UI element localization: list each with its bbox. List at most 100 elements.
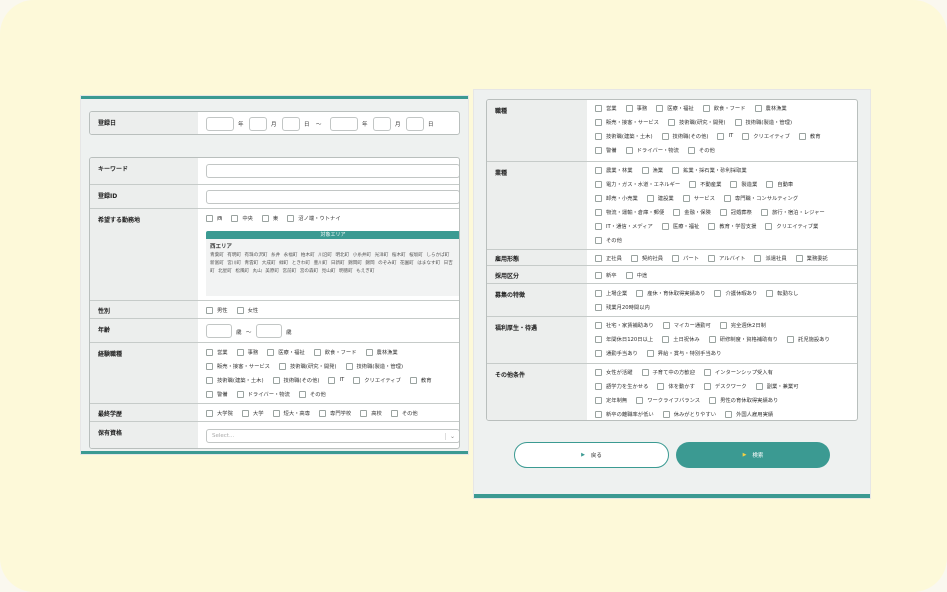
industry-checkbox[interactable]: 漁業 [641,166,663,174]
industry-checkbox[interactable]: その他 [595,236,622,244]
checkbox-box[interactable] [656,104,664,112]
education-checkbox-junior-college[interactable]: 短大・高専 [272,409,310,417]
checkbox-box[interactable] [641,166,649,174]
other-condition-checkbox[interactable]: 外国人雇用実績 [725,410,773,418]
checkbox-box[interactable] [206,390,213,398]
checkbox-box[interactable] [766,289,774,297]
checkbox-box[interactable] [625,146,633,154]
welfare-checkbox[interactable]: 年間休日120日以上 [595,335,653,343]
checkbox-box[interactable] [206,376,213,384]
industry-checkbox[interactable]: 卸売・小売業 [595,194,638,202]
experience-checkbox[interactable]: 販売・接客・サービス [206,362,270,370]
hiring-checkbox[interactable]: 中途 [625,271,647,279]
checkbox-box[interactable] [719,208,727,216]
checkbox-box[interactable] [786,335,794,343]
occupation-checkbox[interactable]: 教育 [798,132,821,140]
checkbox-box[interactable] [687,146,695,154]
age-min-input[interactable] [206,324,232,338]
checkbox-box[interactable] [595,236,602,244]
welfare-checkbox[interactable]: 土日祝休み [662,335,700,343]
checkbox-box[interactable] [766,180,774,188]
experience-checkbox[interactable]: 技術職(研究・開発) [278,362,337,370]
checkbox-box[interactable] [345,362,353,370]
other-condition-checkbox[interactable]: 体を動かす [657,382,695,390]
checkbox-box[interactable] [595,382,602,390]
industry-checkbox[interactable]: 農業・林業 [595,166,633,174]
occupation-checkbox[interactable]: 技術職(その他) [661,132,708,140]
experience-checkbox[interactable]: 飲食・フード [313,348,357,356]
other-condition-checkbox[interactable]: 休みがとりやすい [662,410,716,418]
welfare-checkbox[interactable]: 昇給・賞与・特別手当あり [646,349,721,357]
other-condition-checkbox[interactable]: デスクワーク [703,382,747,390]
features-checkbox[interactable]: 残業月20時間以内 [595,303,650,311]
checkbox-box[interactable] [278,362,286,370]
checkbox-box[interactable] [673,208,681,216]
checkbox-box[interactable] [662,335,670,343]
industry-checkbox[interactable]: IT・通信・メディア [595,222,653,230]
industry-checkbox[interactable]: 冠婚葬祭 [719,208,752,216]
checkbox-box[interactable] [595,166,602,174]
checkbox-box[interactable] [595,335,602,343]
checkbox-box[interactable] [661,222,669,230]
checkbox-box[interactable] [662,321,670,329]
checkbox-box[interactable] [760,208,768,216]
checkbox-box[interactable] [595,118,602,126]
start-year-input[interactable] [206,117,234,131]
education-checkbox-university[interactable]: 大学 [241,409,264,417]
experience-checkbox[interactable]: 技術職(製造・管理) [345,362,403,370]
experience-checkbox[interactable]: 技術職(建築・土木) [206,376,264,384]
experience-checkbox[interactable]: 事務 [236,348,258,356]
employment-checkbox[interactable]: アルバイト [708,254,745,262]
checkbox-box[interactable] [595,396,602,404]
checkbox-box[interactable] [595,132,602,140]
industry-checkbox[interactable]: 専門職・コンサルティング [723,194,798,202]
age-max-input[interactable] [256,324,282,338]
checkbox-box[interactable] [595,289,602,297]
checkbox-box[interactable] [236,348,244,356]
employment-checkbox[interactable]: 業務委託 [795,254,828,262]
checkbox-box[interactable] [313,348,321,356]
checkbox-box[interactable] [595,321,602,329]
checkbox-box[interactable] [595,222,602,230]
checkbox-box[interactable] [661,132,669,140]
occupation-checkbox[interactable]: 営業 [595,104,617,112]
experience-checkbox[interactable]: 営業 [206,348,228,356]
occupation-checkbox[interactable]: 農林漁業 [754,104,787,112]
welfare-checkbox[interactable]: 研修制度・資格補助有り [708,335,778,343]
location-checkbox-east[interactable]: 東 [261,214,278,222]
checkbox-box[interactable] [702,104,710,112]
checkbox-box[interactable] [708,222,716,230]
checkbox-box[interactable] [630,254,638,262]
checkbox-box[interactable] [754,254,762,262]
location-checkbox-numanohata[interactable]: 沼ノ端・ウトナイ [287,214,341,222]
education-checkbox-vocational[interactable]: 専門学校 [319,409,351,417]
welfare-checkbox[interactable]: マイカー通勤可 [662,321,711,329]
features-checkbox[interactable]: 産休・育休取得実績あり [636,289,705,297]
checkbox-box[interactable] [672,166,680,174]
industry-checkbox[interactable]: 金融・保険 [673,208,711,216]
hiring-checkbox[interactable]: 新卒 [595,271,617,279]
occupation-checkbox[interactable]: 医療・福祉 [656,104,694,112]
checkbox-box[interactable] [795,254,803,262]
checkbox-box[interactable] [595,368,602,376]
industry-checkbox[interactable]: 不動産業 [689,180,721,188]
other-condition-checkbox[interactable]: 男性の育休取得実績あり [709,396,778,404]
checkbox-box[interactable] [672,254,680,262]
employment-checkbox[interactable]: 正社員 [595,254,622,262]
employment-checkbox[interactable]: パート [672,254,699,262]
experience-checkbox[interactable]: ドライバー・物流 [236,390,290,398]
checkbox-box[interactable] [625,271,633,279]
occupation-checkbox[interactable]: IT [717,132,733,140]
occupation-checkbox[interactable]: 警備 [595,146,617,154]
end-month-input[interactable] [373,117,391,131]
checkbox-box[interactable] [595,194,602,202]
search-button[interactable]: ▶ 検索 [676,442,830,468]
checkbox-box[interactable] [409,376,417,384]
checkbox-box[interactable] [595,303,602,311]
education-checkbox-other[interactable]: その他 [390,409,418,417]
employment-checkbox[interactable]: 派遣社員 [754,254,787,262]
industry-checkbox[interactable]: 教育・学習支援 [708,222,756,230]
other-condition-checkbox[interactable]: 新卒の離職率が低い [595,410,654,418]
other-condition-checkbox[interactable]: インターンシップ受入有 [703,368,773,376]
location-checkbox-west[interactable]: 西 [206,214,222,222]
